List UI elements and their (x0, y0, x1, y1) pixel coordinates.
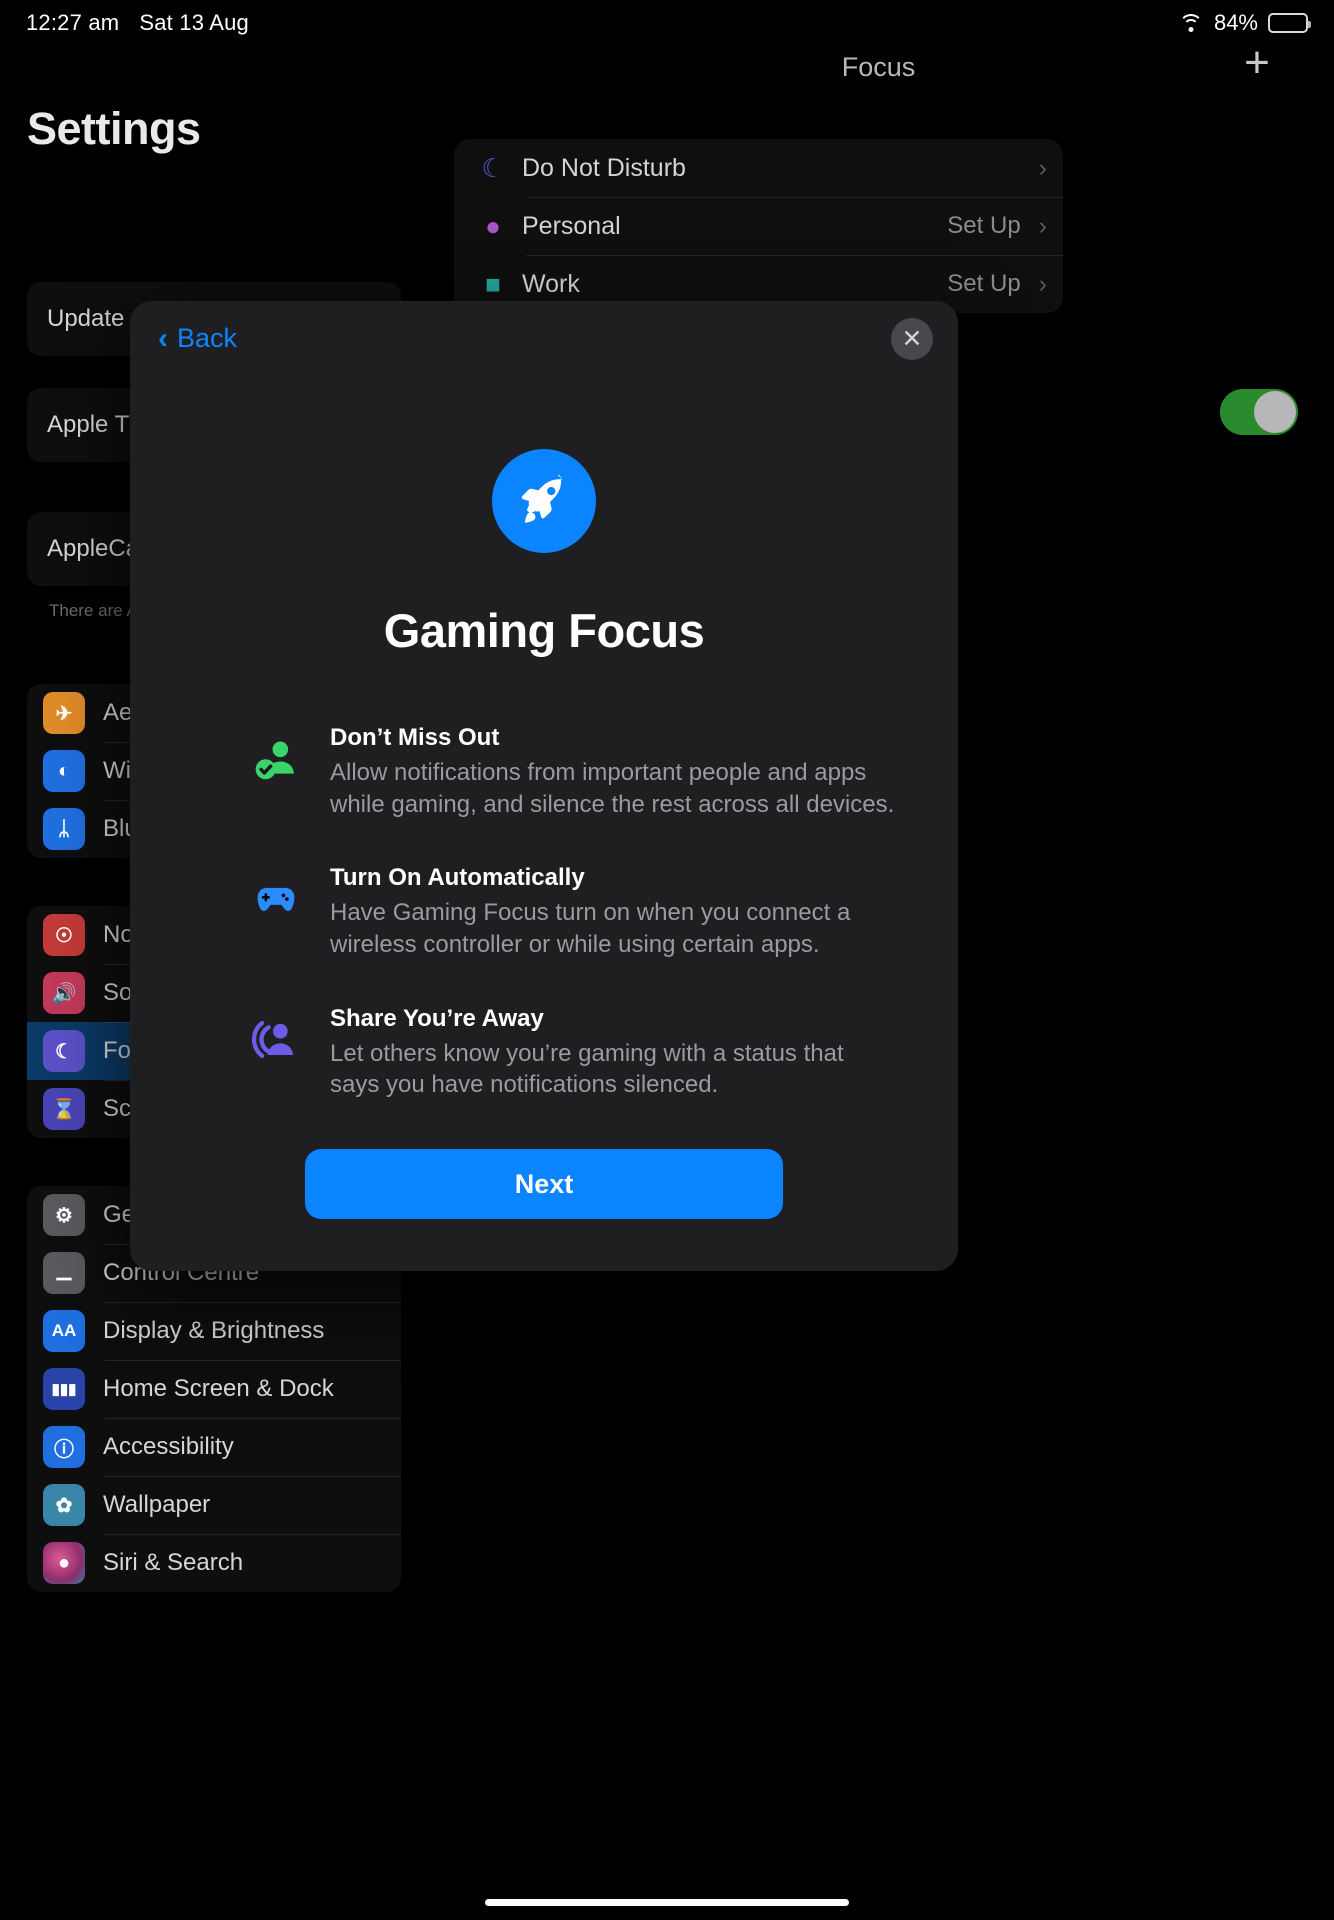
gaming-focus-modal: ‹ Back ✕ Gaming Focus Don’t Miss Out All… (130, 301, 958, 1271)
game-controller-icon (248, 870, 304, 926)
feature-body: Let others know you’re gaming with a sta… (330, 1039, 844, 1099)
page-title: Settings (27, 103, 201, 154)
feature-turn-on-automatically: Turn On Automatically Have Gaming Focus … (248, 864, 896, 960)
focus-list-card: ☾ Do Not Disturb › ● Personal Set Up › ■… (454, 139, 1063, 313)
feature-text: Turn On Automatically Have Gaming Focus … (330, 864, 896, 960)
back-button[interactable]: ‹ Back (150, 317, 245, 360)
home-screen-dock-icon: ▮▮▮ (43, 1368, 85, 1410)
accessibility-icon: ⓘ (43, 1426, 85, 1468)
bluetooth-icon: ᛦ (43, 808, 85, 850)
control-centre-toggles-icon: ⚊ (43, 1252, 85, 1294)
focus-row-status: Set Up (947, 270, 1021, 297)
feature-text: Share You’re Away Let others know you’re… (330, 1005, 896, 1101)
sounds-icon: 🔊 (43, 972, 85, 1014)
status-date: Sat 13 Aug (139, 10, 249, 35)
focus-row-label: Work (522, 269, 580, 298)
sidebar-item-label: Sc (103, 1095, 132, 1122)
chevron-right-icon: › (1038, 211, 1047, 240)
focus-moon-icon: ☾ (43, 1030, 85, 1072)
chevron-right-icon: › (1038, 269, 1047, 298)
sidebar-item-siri-search[interactable]: ● Siri & Search (27, 1534, 401, 1592)
work-briefcase-icon: ■ (485, 268, 501, 299)
person-check-icon (248, 730, 304, 786)
focus-row-label: Personal (522, 211, 621, 240)
close-button[interactable]: ✕ (891, 318, 933, 360)
wallpaper-icon: ✿ (43, 1484, 85, 1526)
moon-icon: ☾ (481, 152, 505, 183)
sidebar-item-label: Wi (103, 757, 131, 784)
back-button-label: Back (177, 323, 238, 353)
add-focus-button[interactable]: + (1236, 41, 1278, 86)
rocket-icon (492, 449, 596, 553)
focus-row-status: Set Up (947, 212, 1021, 239)
focus-row-do-not-disturb[interactable]: ☾ Do Not Disturb › (454, 139, 1063, 197)
feature-list: Don’t Miss Out Allow notifications from … (130, 724, 958, 1101)
focus-row-personal[interactable]: ● Personal Set Up › (454, 197, 1063, 255)
airplane-icon: ✈ (43, 692, 85, 734)
sidebar-item-accessibility[interactable]: ⓘ Accessibility (27, 1418, 401, 1476)
sidebar-item-wallpaper[interactable]: ✿ Wallpaper (27, 1476, 401, 1534)
modal-title: Gaming Focus (383, 604, 705, 657)
chevron-left-icon: ‹ (158, 321, 168, 355)
feature-heading: Turn On Automatically (330, 864, 585, 892)
sidebar-item-display-brightness[interactable]: AA Display & Brightness (27, 1302, 401, 1360)
sidebar-item-label: Accessibility (103, 1433, 234, 1460)
status-bar: 12:27 am Sat 13 Aug 84% (0, 0, 1334, 46)
share-across-devices-toggle[interactable] (1220, 389, 1298, 435)
modal-footer: Next (130, 1149, 958, 1219)
software-update-label: Update (47, 305, 125, 332)
status-bar-left: 12:27 am Sat 13 Aug (26, 10, 249, 36)
wifi-icon: ◐ (43, 750, 85, 792)
share-status-icon (248, 1011, 304, 1067)
notifications-icon: ☉ (43, 914, 85, 956)
status-bar-right: 84% (1178, 10, 1311, 36)
next-button[interactable]: Next (305, 1149, 783, 1219)
toggle-knob (1254, 391, 1296, 433)
detail-nav-bar: Focus (423, 40, 1334, 94)
status-time: 12:27 am (26, 10, 120, 35)
feature-text: Don’t Miss Out Allow notifications from … (330, 724, 896, 820)
battery-percent-label: 84% (1213, 10, 1258, 35)
sidebar-item-label: Home Screen & Dock (103, 1375, 334, 1402)
close-icon: ✕ (901, 325, 923, 353)
siri-search-icon: ● (43, 1542, 85, 1584)
feature-heading: Share You’re Away (330, 1004, 544, 1032)
feature-share-youre-away: Share You’re Away Let others know you’re… (248, 1005, 896, 1101)
wifi-icon (1178, 13, 1204, 33)
detail-title: Focus (841, 51, 916, 82)
person-icon: ● (485, 210, 501, 241)
display-brightness-icon: AA (43, 1310, 85, 1352)
chevron-right-icon: › (1038, 153, 1047, 182)
sidebar-item-label: Display & Brightness (103, 1317, 325, 1344)
home-indicator[interactable] (485, 1899, 849, 1906)
modal-header: ‹ Back ✕ (130, 301, 958, 387)
focus-row-label: Do Not Disturb (522, 153, 686, 182)
battery-icon (1268, 13, 1311, 33)
sidebar-item-label: Fo (103, 1037, 132, 1064)
ipad-settings-screen: 12:27 am Sat 13 Aug 84% Settings Update … (0, 0, 1334, 1920)
feature-heading: Don’t Miss Out (330, 724, 500, 751)
screen-time-hourglass-icon: ⌛ (43, 1088, 85, 1130)
sidebar-item-home-screen-dock[interactable]: ▮▮▮ Home Screen & Dock (27, 1360, 401, 1418)
sidebar-item-label: Ae (103, 699, 133, 726)
general-gear-icon: ⚙ (43, 1194, 85, 1236)
feature-body: Allow notifications from important peopl… (330, 759, 895, 818)
sidebar-item-label: So (103, 979, 133, 1006)
feature-dont-miss-out: Don’t Miss Out Allow notifications from … (248, 724, 896, 820)
sidebar-item-label: Siri & Search (103, 1549, 244, 1576)
sidebar-item-label: Wallpaper (103, 1491, 211, 1518)
modal-hero: Gaming Focus (130, 449, 958, 658)
feature-body: Have Gaming Focus turn on when you conne… (330, 899, 851, 959)
